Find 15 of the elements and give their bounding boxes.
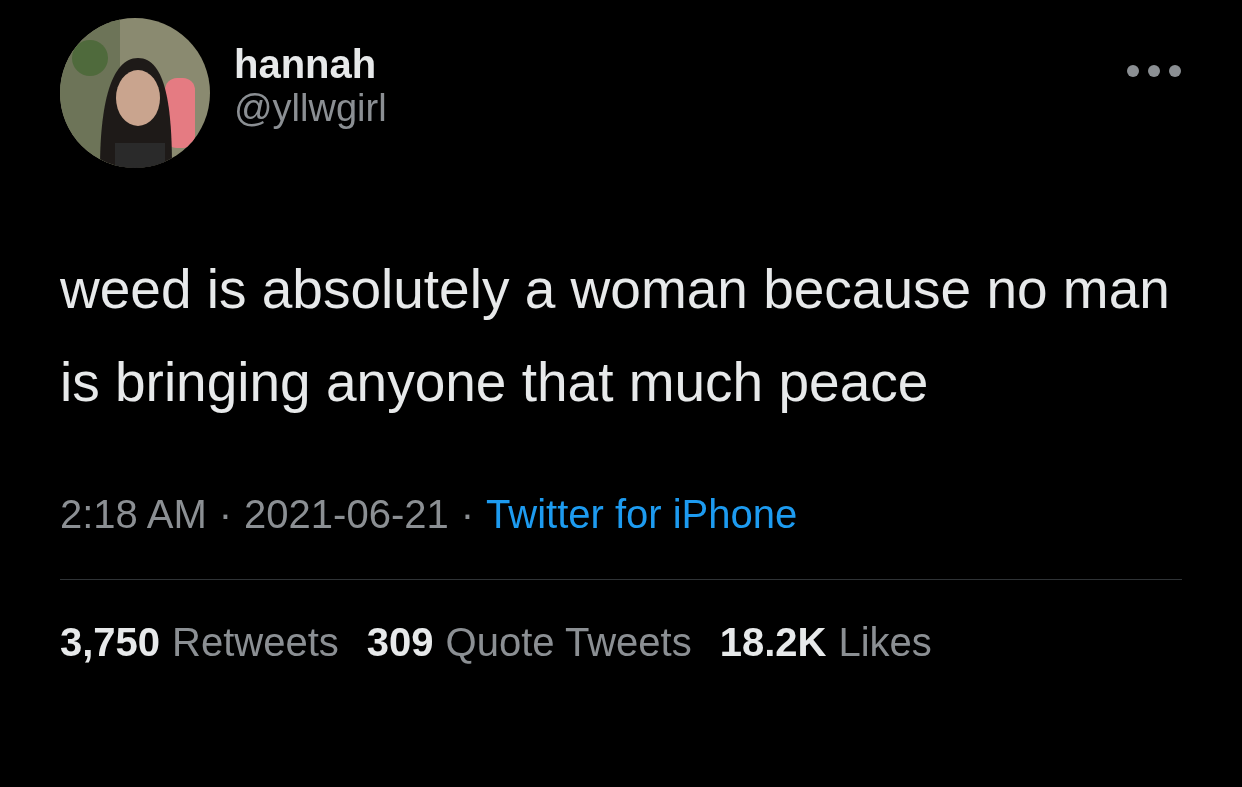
user-name: hannah — [234, 42, 378, 86]
stat-label: Likes — [838, 619, 932, 666]
separator-dot: · — [218, 491, 233, 538]
more-options-icon[interactable] — [1126, 63, 1182, 78]
tweet-text: weed is absolutely a woman because no man is bringing anyone that much peace — [60, 257, 1170, 415]
tweet-time: 2:18 AM — [60, 491, 207, 538]
tweet-date: 2021-06-21 — [244, 491, 449, 538]
stat-label: Retweets — [172, 619, 339, 666]
separator-dot: · — [460, 491, 475, 538]
stat-count: 3,750 — [60, 619, 161, 666]
stat-count: 18.2K — [719, 619, 827, 666]
stat-label: Quote Tweets — [445, 619, 692, 666]
source-link[interactable]: Twitter for iPhone — [486, 484, 798, 544]
stat-count: 309 — [366, 619, 434, 666]
user-handle: @yllwgirl — [234, 86, 387, 131]
